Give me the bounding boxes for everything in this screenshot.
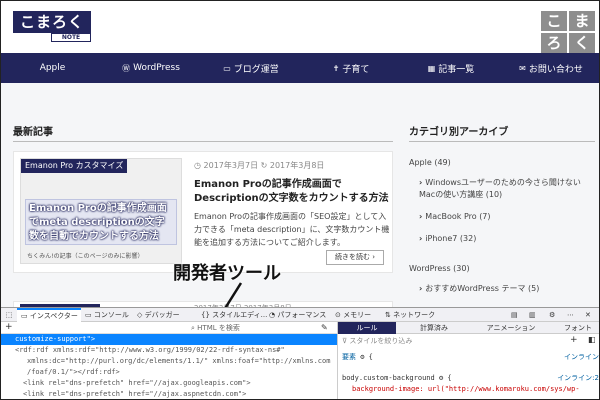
css-selector: body.custom-background ⚙ { [342, 374, 452, 382]
tab-label: メモリー [343, 311, 372, 319]
network-icon: ⇅ [385, 311, 394, 319]
tab-inspector[interactable]: ▭ インスペクター [17, 308, 81, 322]
tab-style-editor[interactable]: {} スタイルエディ... [201, 308, 267, 322]
html-search-input[interactable]: ⌕ HTML を検索 [191, 323, 261, 333]
add-node-icon[interactable]: + [5, 322, 13, 333]
eyedropper-icon[interactable]: ✎ [321, 322, 328, 333]
element-rule: 要素 ⚙ { [342, 352, 373, 362]
gear-icon: ⚙ [438, 374, 444, 382]
menu-icon[interactable]: ⋯ [567, 308, 574, 322]
tab-rules[interactable]: ルール [338, 322, 396, 334]
dock-icon[interactable]: ▥ [529, 308, 536, 322]
tab-network[interactable]: ⇅ ネットワーク [385, 308, 435, 322]
style-editor-icon: {} [201, 311, 213, 319]
inspector-icon: ▭ [21, 312, 30, 320]
gear-icon: ⚙ [360, 353, 365, 361]
devtools-panel: ⬚ ▭ インスペクター ▭ コンソール ◇ デバッガー {} スタイルエディ..… [1, 307, 599, 399]
element-rule-source[interactable]: インライン [564, 352, 599, 362]
settings-icon[interactable]: ⚙ [549, 308, 555, 322]
tab-performance[interactable]: ◔ パフォーマンス [269, 308, 326, 322]
split-console-icon[interactable]: ▤ [511, 308, 518, 322]
html-node[interactable]: <link rel="dns-prefetch" href="//ajax.as… [1, 389, 337, 399]
tab-label: スタイルエディ... [212, 311, 268, 319]
filter-placeholder: スタイルを絞り込み [349, 337, 413, 345]
tab-computed[interactable]: 計算済み [404, 322, 464, 334]
html-node-text: <link rel="dns-prefetch" href="//ajax.as… [23, 390, 247, 398]
html-node-text: xmlns:dc="http://purl.org/dc/elements/1.… [27, 357, 331, 365]
tab-label: ネットワーク [393, 311, 436, 319]
tab-animations[interactable]: アニメーション [474, 322, 548, 334]
tab-debugger[interactable]: ◇ デバッガー [137, 308, 180, 322]
memory-icon: ⊙ [335, 311, 344, 319]
html-node[interactable]: xmlns:dc="http://purl.org/dc/elements/1.… [1, 356, 337, 367]
tab-label: インスペクター [29, 312, 78, 320]
html-node-text: /foaf/0.1/"></rdf:rdf> [27, 368, 120, 376]
selector-text: body.custom-background [342, 374, 435, 382]
console-icon: ▭ [85, 311, 94, 319]
tab-label: コンソール [93, 311, 129, 319]
brace: { [368, 353, 373, 361]
rules-tabbar: ルール 計算済み アニメーション フォント [338, 322, 599, 334]
debugger-icon: ◇ [137, 311, 145, 319]
element-label: 要素 [342, 353, 356, 361]
tab-console[interactable]: ▭ コンソール [85, 308, 129, 322]
close-icon[interactable]: ✕ [585, 308, 591, 322]
tab-label: パフォーマンス [277, 311, 327, 319]
devtools-annotation-label: 開発者ツール [173, 263, 281, 284]
toggle-pseudo-icon[interactable]: ◧ [588, 335, 596, 344]
tab-memory[interactable]: ⊙ メモリー [335, 308, 371, 322]
html-node[interactable]: /foaf/0.1/"></rdf:rdf> [1, 367, 337, 378]
html-node-selected[interactable]: customize-support"> [1, 334, 337, 345]
picker-icon[interactable]: ⬚ [3, 308, 15, 322]
search-placeholder: HTML を検索 [197, 324, 240, 332]
tab-label: デバッガー [144, 311, 180, 319]
html-node[interactable]: <rdf:rdf xmlns:rdf="http://www.w3.org/19… [1, 345, 337, 356]
inspector-toolbar: + ⌕ HTML を検索 ✎ [1, 322, 337, 334]
rules-panel: ルール 計算済み アニメーション フォント ⊽ スタイルを絞り込み + ◧ 要素… [337, 322, 599, 399]
tab-fonts[interactable]: フォント [556, 322, 599, 334]
css-rule-source[interactable]: インライン:2 [557, 373, 599, 383]
browser-viewport: こまろく NOTE こ ま ろ く Apple Ⓦ WordPress ▭ ブロ… [0, 0, 600, 400]
html-node-text: <link rel="dns-prefetch" href="//ajax.go… [23, 379, 251, 387]
html-tree[interactable]: customize-support"> <rdf:rdf xmlns:rdf="… [1, 334, 337, 399]
style-filter-input[interactable]: ⊽ スタイルを絞り込み [342, 336, 582, 346]
devtools-tabbar: ⬚ ▭ インスペクター ▭ コンソール ◇ デバッガー {} スタイルエディ..… [1, 308, 599, 322]
html-node[interactable]: <link rel="dns-prefetch" href="//ajax.go… [1, 378, 337, 389]
add-rule-icon[interactable]: + [570, 335, 578, 345]
css-declaration[interactable]: background-image: url("http://www.komaro… [352, 384, 580, 394]
html-node-text: <rdf:rdf xmlns:rdf="http://www.w3.org/19… [15, 346, 285, 354]
